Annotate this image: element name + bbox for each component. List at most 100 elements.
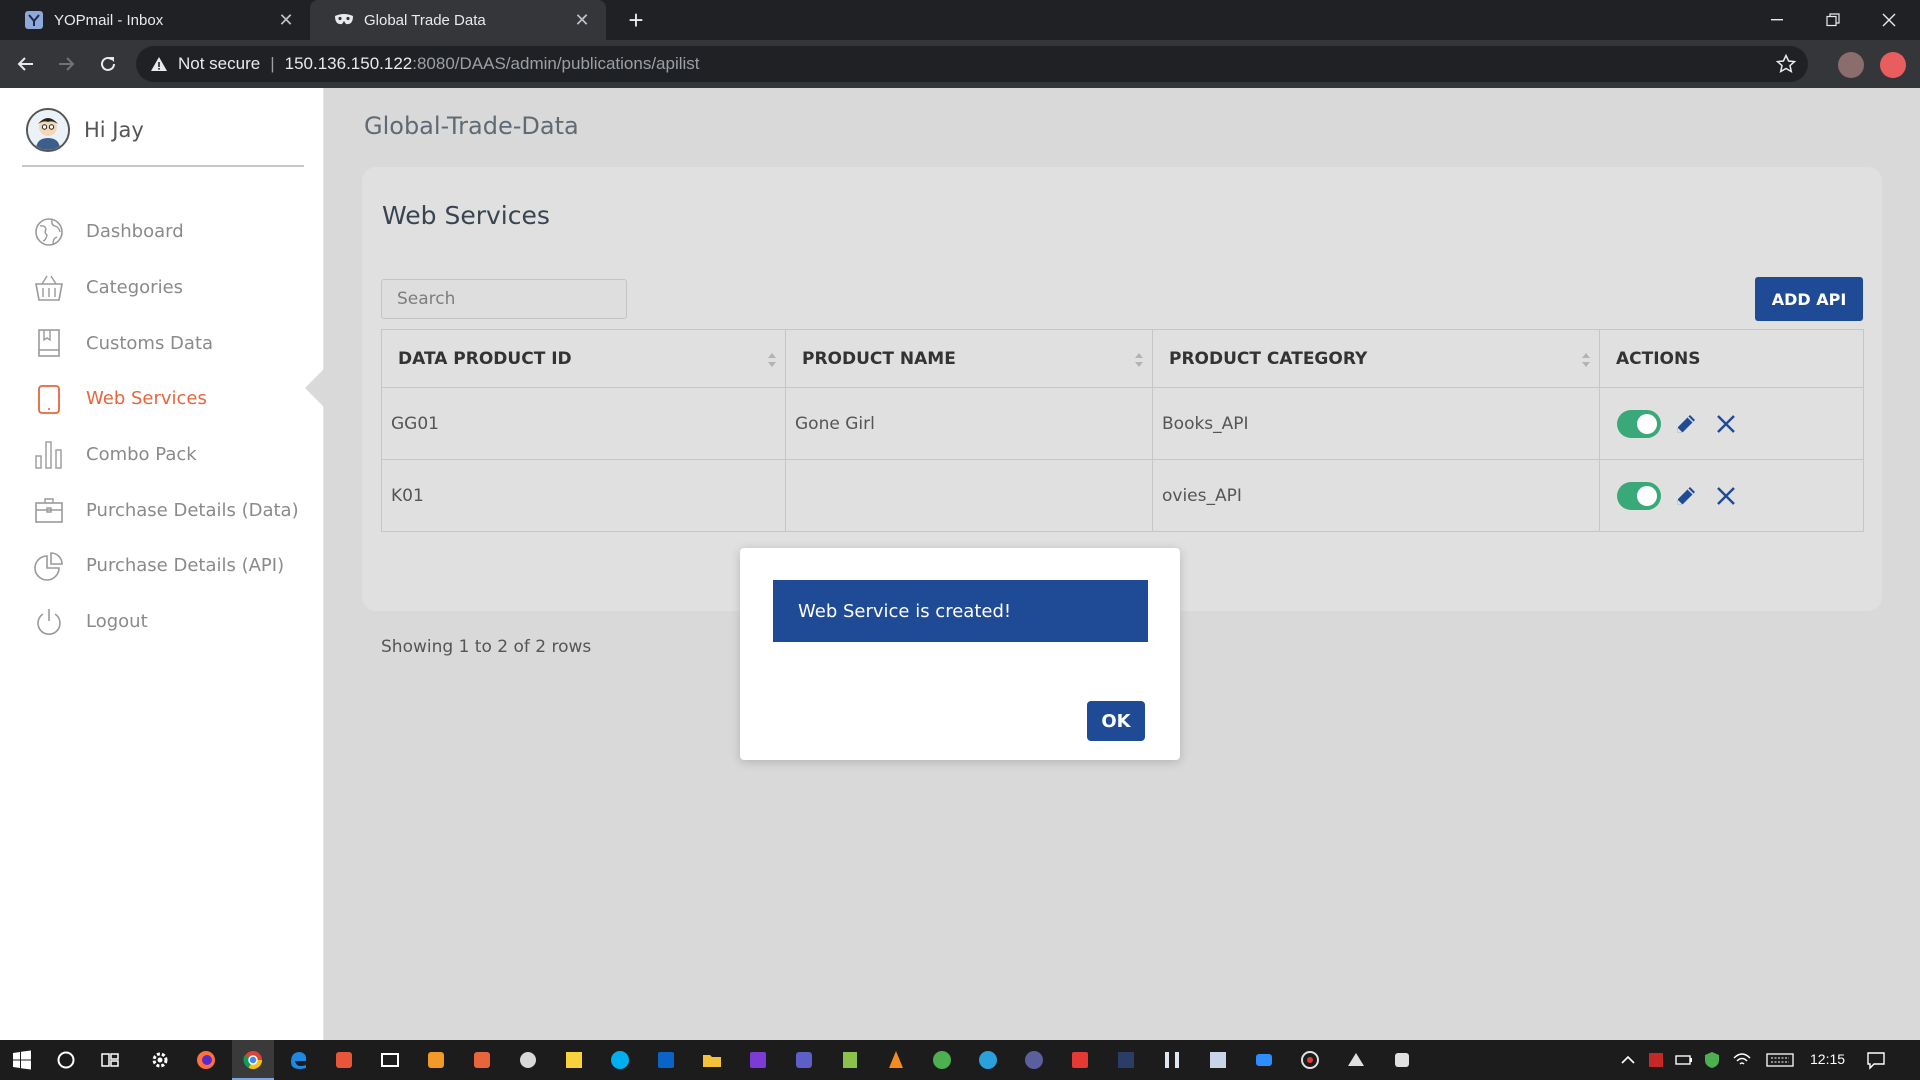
pencil-icon[interactable] xyxy=(1673,483,1699,509)
sublime-icon[interactable] xyxy=(426,1050,446,1070)
clock-time[interactable]: 12:15 xyxy=(1810,1051,1845,1067)
delete-x-icon[interactable] xyxy=(1715,413,1737,435)
minimize-icon[interactable] xyxy=(1754,0,1800,40)
shield-icon[interactable] xyxy=(1702,1050,1722,1070)
web-page: Hi Jay Dashboard Categories Customs Data… xyxy=(0,88,1920,1040)
skype-icon[interactable] xyxy=(610,1050,630,1070)
briefcase-icon xyxy=(32,493,66,527)
close-window-icon[interactable] xyxy=(1866,0,1912,40)
security-label[interactable]: Not secure xyxy=(178,54,260,74)
tab-yopmail[interactable]: YOPmail - Inbox ✕ xyxy=(0,0,310,40)
sidebar-item-customs-data[interactable]: Customs Data xyxy=(32,315,299,371)
app-icon[interactable] xyxy=(932,1050,952,1070)
app-icon[interactable] xyxy=(1162,1050,1182,1070)
tab-title: YOPmail - Inbox xyxy=(54,11,164,29)
sidebar-item-combo-pack[interactable]: Combo Pack xyxy=(32,427,299,483)
app-icon[interactable] xyxy=(1024,1050,1044,1070)
back-arrow-icon[interactable] xyxy=(12,50,40,78)
windows-start-icon[interactable] xyxy=(12,1050,32,1070)
table-header-row: DATA PRODUCT ID PRODUCT NAME PRODUCT CAT… xyxy=(381,329,1864,388)
wifi-icon[interactable] xyxy=(1732,1050,1752,1070)
outlook-icon[interactable] xyxy=(656,1050,676,1070)
profile-avatar-icon[interactable] xyxy=(1880,52,1906,78)
telegram-icon[interactable] xyxy=(978,1050,998,1070)
yopmail-icon xyxy=(24,10,44,30)
address-bar[interactable]: Not secure | 150.136.150.122 :8080/DAAS/… xyxy=(136,46,1808,82)
forward-arrow-icon[interactable] xyxy=(52,50,80,78)
app-icon[interactable] xyxy=(380,1050,400,1070)
status-toggle[interactable] xyxy=(1617,409,1661,438)
sidebar-item-label: Customs Data xyxy=(86,332,214,354)
search-input[interactable] xyxy=(381,279,627,319)
browser-tabbar: YOPmail - Inbox ✕ Global Trade Data ✕ + xyxy=(0,0,1920,40)
add-api-button[interactable]: ADD API xyxy=(1755,277,1863,321)
app-icon[interactable] xyxy=(472,1050,492,1070)
sidebar-item-label: Combo Pack xyxy=(86,444,197,466)
status-toggle[interactable] xyxy=(1617,481,1661,510)
reload-icon[interactable] xyxy=(94,50,122,78)
greeting-text: Hi Jay xyxy=(84,118,144,142)
sort-icon[interactable] xyxy=(1134,350,1144,370)
sidebar-item-purchase-details-api[interactable]: Purchase Details (API) xyxy=(32,538,299,594)
cell-product-category: ovies_API xyxy=(1152,459,1600,532)
column-header-data-product-id[interactable]: DATA PRODUCT ID xyxy=(381,329,786,388)
success-dialog: Web Service is created! OK xyxy=(740,548,1180,760)
new-tab-plus-icon[interactable]: + xyxy=(622,6,650,34)
app-icon[interactable] xyxy=(1392,1050,1412,1070)
sidebar-item-purchase-details-data[interactable]: Purchase Details (Data) xyxy=(32,482,299,538)
settings-gear-icon[interactable] xyxy=(150,1050,170,1070)
column-header-product-category[interactable]: PRODUCT CATEGORY xyxy=(1152,329,1600,388)
cell-actions xyxy=(1599,459,1864,532)
sidebar-item-web-services[interactable]: Web Services xyxy=(32,371,299,427)
app-icon[interactable] xyxy=(1208,1050,1228,1070)
battery-icon[interactable] xyxy=(1674,1050,1694,1070)
delete-x-icon[interactable] xyxy=(1715,485,1737,507)
firefox-icon[interactable] xyxy=(196,1050,216,1070)
edge-icon[interactable] xyxy=(288,1050,308,1070)
sidebar-item-categories[interactable]: Categories xyxy=(32,260,299,316)
close-tab-icon[interactable]: ✕ xyxy=(572,10,592,30)
chevron-up-icon[interactable] xyxy=(1618,1050,1638,1070)
extension-icon[interactable] xyxy=(1838,52,1864,78)
app-icon[interactable] xyxy=(1346,1050,1366,1070)
column-header-product-name[interactable]: PRODUCT NAME xyxy=(785,329,1153,388)
ok-button[interactable]: OK xyxy=(1087,701,1145,741)
notifications-icon[interactable] xyxy=(1866,1050,1886,1070)
sort-icon[interactable] xyxy=(1581,350,1591,370)
sidebar-divider xyxy=(22,165,304,167)
sticky-notes-icon[interactable] xyxy=(564,1050,584,1070)
column-header-actions: ACTIONS xyxy=(1599,329,1864,388)
teams-icon[interactable] xyxy=(794,1050,814,1070)
bar-chart-icon xyxy=(32,438,66,472)
sidebar-item-label: Dashboard xyxy=(86,221,184,243)
close-tab-icon[interactable]: ✕ xyxy=(276,10,296,30)
search-circle-icon[interactable] xyxy=(56,1050,76,1070)
sort-icon[interactable] xyxy=(767,350,777,370)
pencil-icon[interactable] xyxy=(1673,411,1699,437)
chrome-icon[interactable] xyxy=(243,1050,263,1070)
app-icon[interactable] xyxy=(518,1050,538,1070)
vlc-icon[interactable] xyxy=(886,1050,906,1070)
zoom-icon[interactable] xyxy=(1254,1050,1274,1070)
windows-taskbar: 12:15 xyxy=(0,1040,1920,1080)
active-menu-indicator xyxy=(305,368,325,408)
sidebar-item-dashboard[interactable]: Dashboard xyxy=(32,204,299,260)
app-icon[interactable] xyxy=(840,1050,860,1070)
bookmark-star-icon[interactable] xyxy=(1776,54,1796,74)
column-header-label: PRODUCT NAME xyxy=(802,348,956,369)
restore-icon[interactable] xyxy=(1810,0,1856,40)
rows-info-text: Showing 1 to 2 of 2 rows xyxy=(381,637,592,657)
file-explorer-icon[interactable] xyxy=(702,1050,722,1070)
tray-app-icon[interactable] xyxy=(1646,1050,1666,1070)
browser-toolbar: Not secure | 150.136.150.122 :8080/DAAS/… xyxy=(0,40,1920,88)
tab-global-trade-data[interactable]: Global Trade Data ✕ xyxy=(310,0,606,40)
app-icon[interactable] xyxy=(748,1050,768,1070)
app-icon[interactable] xyxy=(334,1050,354,1070)
keyboard-icon[interactable] xyxy=(1766,1050,1794,1070)
task-view-icon[interactable] xyxy=(100,1050,120,1070)
column-header-label: ACTIONS xyxy=(1616,348,1701,369)
app-icon[interactable] xyxy=(1300,1050,1320,1070)
app-icon[interactable] xyxy=(1070,1050,1090,1070)
sidebar-item-logout[interactable]: Logout xyxy=(32,594,299,650)
app-icon[interactable] xyxy=(1116,1050,1136,1070)
